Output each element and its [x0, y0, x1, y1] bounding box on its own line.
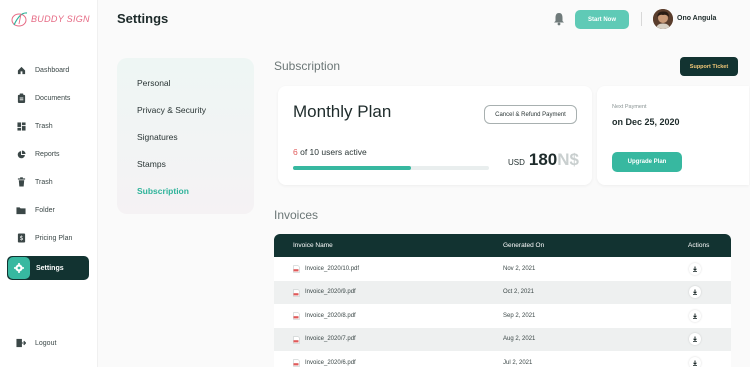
- table-row: Invoice_2020/9.pdf Oct 2, 2021: [274, 280, 731, 304]
- settings-menu-subscription[interactable]: Subscription: [137, 186, 189, 196]
- settings-menu-personal[interactable]: Personal: [137, 78, 171, 88]
- user-name[interactable]: Ono Angula: [677, 15, 716, 22]
- download-button[interactable]: [689, 356, 701, 367]
- usage-progress-bar: [293, 166, 489, 170]
- nav-item-settings[interactable]: Settings: [7, 256, 89, 280]
- invoices-table: Invoice Name Generated On Actions Invoic…: [274, 234, 731, 367]
- download-icon: [693, 289, 697, 296]
- pdf-file-icon: [293, 312, 300, 320]
- nav-item-reports[interactable]: Reports: [7, 143, 89, 165]
- trash-icon: [15, 176, 27, 188]
- table-row: Invoice_2020/8.pdf Sep 2, 2021: [274, 304, 731, 328]
- nav-item-trash-grid[interactable]: Trash: [7, 115, 89, 137]
- plan-price: USD 180 N$: [508, 150, 579, 170]
- bell-icon[interactable]: [553, 12, 565, 26]
- clipboard-icon: [15, 92, 27, 104]
- logout-icon: [15, 337, 27, 349]
- cancel-refund-button[interactable]: Cancel & Refund Payment: [484, 105, 577, 124]
- support-ticket-button[interactable]: Support Ticket: [680, 57, 738, 76]
- nav-item-pricing-plan[interactable]: $ Pricing Plan: [7, 227, 89, 249]
- upgrade-plan-button[interactable]: Upgrade Plan: [612, 152, 682, 172]
- invoice-name[interactable]: Invoice_2020/6.pdf: [305, 360, 356, 366]
- invoices-table-body: Invoice_2020/10.pdf Nov 2, 2021 Invoice_20…: [274, 257, 731, 367]
- invoices-heading: Invoices: [274, 208, 319, 222]
- users-active-label: of 10 users active: [300, 147, 367, 157]
- svg-text:$: $: [19, 235, 23, 242]
- folder-icon: [15, 204, 27, 216]
- nav-label: Trash: [35, 122, 53, 130]
- column-actions: Actions: [688, 242, 710, 249]
- nav-label: Folder: [35, 206, 55, 214]
- gear-icon: [8, 257, 30, 279]
- next-payment-card: Next Payment on Dec 25, 2020 Upgrade Pla…: [597, 86, 749, 185]
- invoice-name[interactable]: Invoice_2020/9.pdf: [305, 289, 356, 295]
- download-button[interactable]: [689, 286, 701, 299]
- signature-logo-icon: [11, 12, 28, 27]
- invoice-date: Oct 2, 2021: [503, 289, 535, 296]
- nav-label: Logout: [35, 339, 57, 347]
- plan-name: Monthly Plan: [293, 102, 392, 121]
- next-payment-date: on Dec 25, 2020: [612, 117, 680, 127]
- invoice-date: Sep 2, 2021: [503, 312, 536, 319]
- nav-label: Dashboard: [35, 66, 70, 74]
- download-icon: [693, 266, 697, 272]
- pricing-icon: $: [15, 232, 27, 244]
- page-title: Settings: [117, 11, 169, 26]
- plan-card: Monthly Plan Cancel & Refund Payment 6 o…: [278, 86, 592, 185]
- invoice-date: Aug 2, 2021: [503, 336, 536, 343]
- nav-label: Pricing Plan: [35, 234, 73, 242]
- pdf-file-icon: [293, 265, 300, 273]
- grid-icon: [15, 120, 27, 132]
- brand-name: BUDDY SIGN: [31, 14, 90, 24]
- price-currency: USD: [508, 158, 525, 167]
- users-active-count: 6: [293, 147, 298, 157]
- next-payment-label: Next Payment: [612, 104, 647, 110]
- settings-menu-privacy-security[interactable]: Privacy & Security: [137, 105, 206, 115]
- pdf-file-icon: [293, 335, 300, 344]
- users-active-text: 6 of 10 users active: [293, 147, 367, 157]
- home-icon: [15, 64, 27, 76]
- download-icon: [693, 313, 697, 319]
- nav-label: Reports: [35, 150, 60, 158]
- avatar[interactable]: [653, 9, 673, 29]
- invoice-name[interactable]: Invoice_2020/10.pdf: [305, 266, 359, 272]
- table-row: Invoice_2020/7.pdf Aug 2, 2021: [274, 327, 731, 351]
- download-button[interactable]: [689, 309, 701, 322]
- pdf-file-icon: [293, 359, 300, 367]
- nav-item-trash[interactable]: Trash: [7, 171, 89, 193]
- price-unit: N$: [557, 150, 579, 169]
- download-button[interactable]: [689, 333, 701, 346]
- invoice-name[interactable]: Invoice_2020/7.pdf: [305, 336, 356, 342]
- price-amount: 180: [528, 150, 558, 169]
- pie-chart-icon: [15, 148, 27, 160]
- nav-label: Trash: [35, 178, 53, 186]
- nav-item-documents[interactable]: Documents: [7, 87, 89, 109]
- header-divider: [641, 12, 642, 26]
- invoice-date: Jul 2, 2021: [503, 359, 533, 366]
- brand-logo[interactable]: BUDDY SIGN: [10, 10, 90, 28]
- settings-menu-stamps[interactable]: Stamps: [137, 159, 166, 169]
- nav-item-folder[interactable]: Folder: [7, 199, 89, 221]
- usage-progress-fill: [293, 166, 411, 170]
- nav-item-logout[interactable]: Logout: [7, 332, 89, 354]
- download-icon: [693, 336, 697, 343]
- download-icon: [693, 360, 697, 366]
- sidebar: BUDDY SIGN Dashboard Documents Trash Rep…: [0, 0, 98, 367]
- start-now-button[interactable]: Start Now: [575, 10, 629, 29]
- invoice-name[interactable]: Invoice_2020/8.pdf: [305, 313, 356, 319]
- column-invoice-name: Invoice Name: [293, 242, 333, 249]
- settings-menu-signatures[interactable]: Signatures: [137, 132, 178, 142]
- table-row: Invoice_2020/6.pdf Jul 2, 2021: [274, 351, 731, 367]
- table-row: Invoice_2020/10.pdf Nov 2, 2021: [274, 257, 731, 281]
- settings-menu: Personal Privacy & Security Signatures S…: [117, 58, 254, 214]
- nav-label: Settings: [36, 264, 64, 272]
- subscription-heading: Subscription: [274, 59, 341, 73]
- nav-label: Documents: [35, 94, 71, 102]
- invoices-table-header: Invoice Name Generated On Actions: [274, 234, 731, 257]
- column-generated-on: Generated On: [503, 242, 545, 249]
- download-button[interactable]: [689, 262, 701, 275]
- nav-item-dashboard[interactable]: Dashboard: [7, 59, 89, 81]
- pdf-file-icon: [293, 288, 300, 297]
- invoice-date: Nov 2, 2021: [503, 265, 536, 272]
